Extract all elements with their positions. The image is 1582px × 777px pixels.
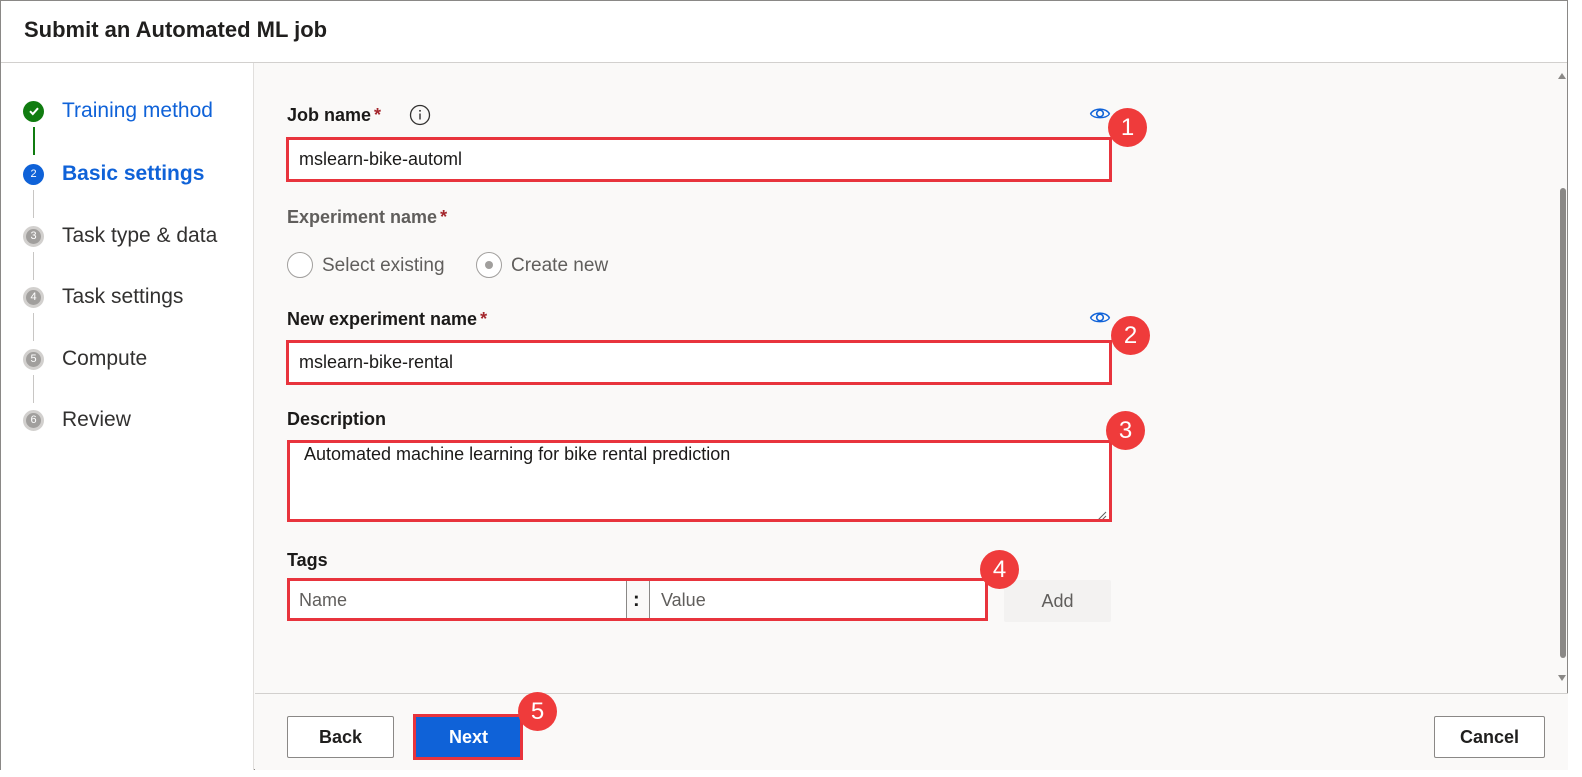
eye-icon[interactable] [1089, 310, 1111, 331]
info-icon[interactable] [409, 104, 431, 131]
step-connector [33, 375, 34, 403]
resize-grip-icon[interactable] [1097, 508, 1107, 521]
step-number: 3 [23, 225, 44, 247]
description-label: Description [287, 409, 387, 429]
scrollbar-thumb[interactable] [1560, 188, 1566, 658]
radio-label: Create new [511, 255, 609, 276]
form-area: Job name * mslearn-bike-automl 1 Experime… [255, 63, 1557, 693]
step-number: 4 [23, 286, 44, 308]
callout-badge: 3 [1106, 411, 1145, 450]
dialog-title: Submit an Automated ML job [24, 17, 328, 42]
radio-select-existing[interactable] [287, 252, 313, 278]
back-button[interactable]: Back [287, 716, 394, 758]
callout-badge: 2 [1111, 316, 1150, 355]
tags-label: Tags [287, 550, 328, 570]
dialog-header: Submit an Automated ML job [1, 1, 1567, 63]
next-button[interactable]: Next [415, 716, 522, 758]
step-task-type-data[interactable]: 3 Task type & data [23, 222, 217, 250]
new-experiment-name-label: New experiment name * [287, 309, 488, 329]
step-label: Training method [62, 99, 213, 122]
callout-badge: 1 [1108, 108, 1147, 147]
description-textarea[interactable]: Automated machine learning for bike rent… [287, 440, 1111, 521]
new-experiment-name-input[interactable]: mslearn-bike-rental [287, 341, 1111, 384]
wizard-steps: Training method 2 Basic settings 3 Task … [1, 63, 254, 770]
job-name-label: Job name * [287, 105, 382, 125]
step-label: Basic settings [62, 162, 205, 185]
dialog-footer: Back Next 5 Cancel [255, 692, 1568, 770]
cancel-button[interactable]: Cancel [1434, 716, 1545, 758]
step-task-settings[interactable]: 4 Task settings [23, 283, 183, 311]
step-label: Review [62, 408, 131, 431]
scroll-up-icon[interactable] [1558, 73, 1566, 79]
scroll-down-icon[interactable] [1558, 675, 1566, 681]
radio-create-new[interactable] [476, 252, 502, 278]
step-connector [33, 127, 35, 155]
step-number: 6 [23, 409, 44, 431]
add-tag-button[interactable]: Add [1004, 580, 1111, 622]
callout-badge: 5 [518, 692, 557, 731]
job-name-input[interactable]: mslearn-bike-automl [287, 138, 1111, 181]
dialog: Submit an Automated ML job Training meth… [0, 0, 1568, 770]
step-label: Task type & data [62, 224, 218, 247]
step-compute[interactable]: 5 Compute [23, 345, 147, 373]
step-basic-settings[interactable]: 2 Basic settings [23, 160, 204, 188]
step-number: 2 [23, 163, 44, 185]
experiment-name-label: Experiment name * [287, 207, 448, 227]
tag-value-input[interactable]: Value [649, 580, 987, 621]
step-connector [33, 252, 34, 280]
callout-badge: 4 [980, 550, 1019, 589]
step-number: 5 [23, 348, 44, 370]
step-label: Task settings [62, 285, 184, 308]
tag-separator: : [633, 589, 640, 611]
tag-name-input[interactable]: Name [287, 580, 627, 621]
step-review[interactable]: 6 Review [23, 406, 131, 434]
step-label: Compute [62, 347, 148, 370]
checkmark-icon [23, 100, 44, 122]
radio-label: Select existing [322, 255, 445, 276]
step-connector [33, 190, 34, 218]
step-training-method[interactable]: Training method [23, 97, 213, 125]
step-connector [33, 313, 34, 341]
scrollbar[interactable] [1557, 63, 1568, 693]
